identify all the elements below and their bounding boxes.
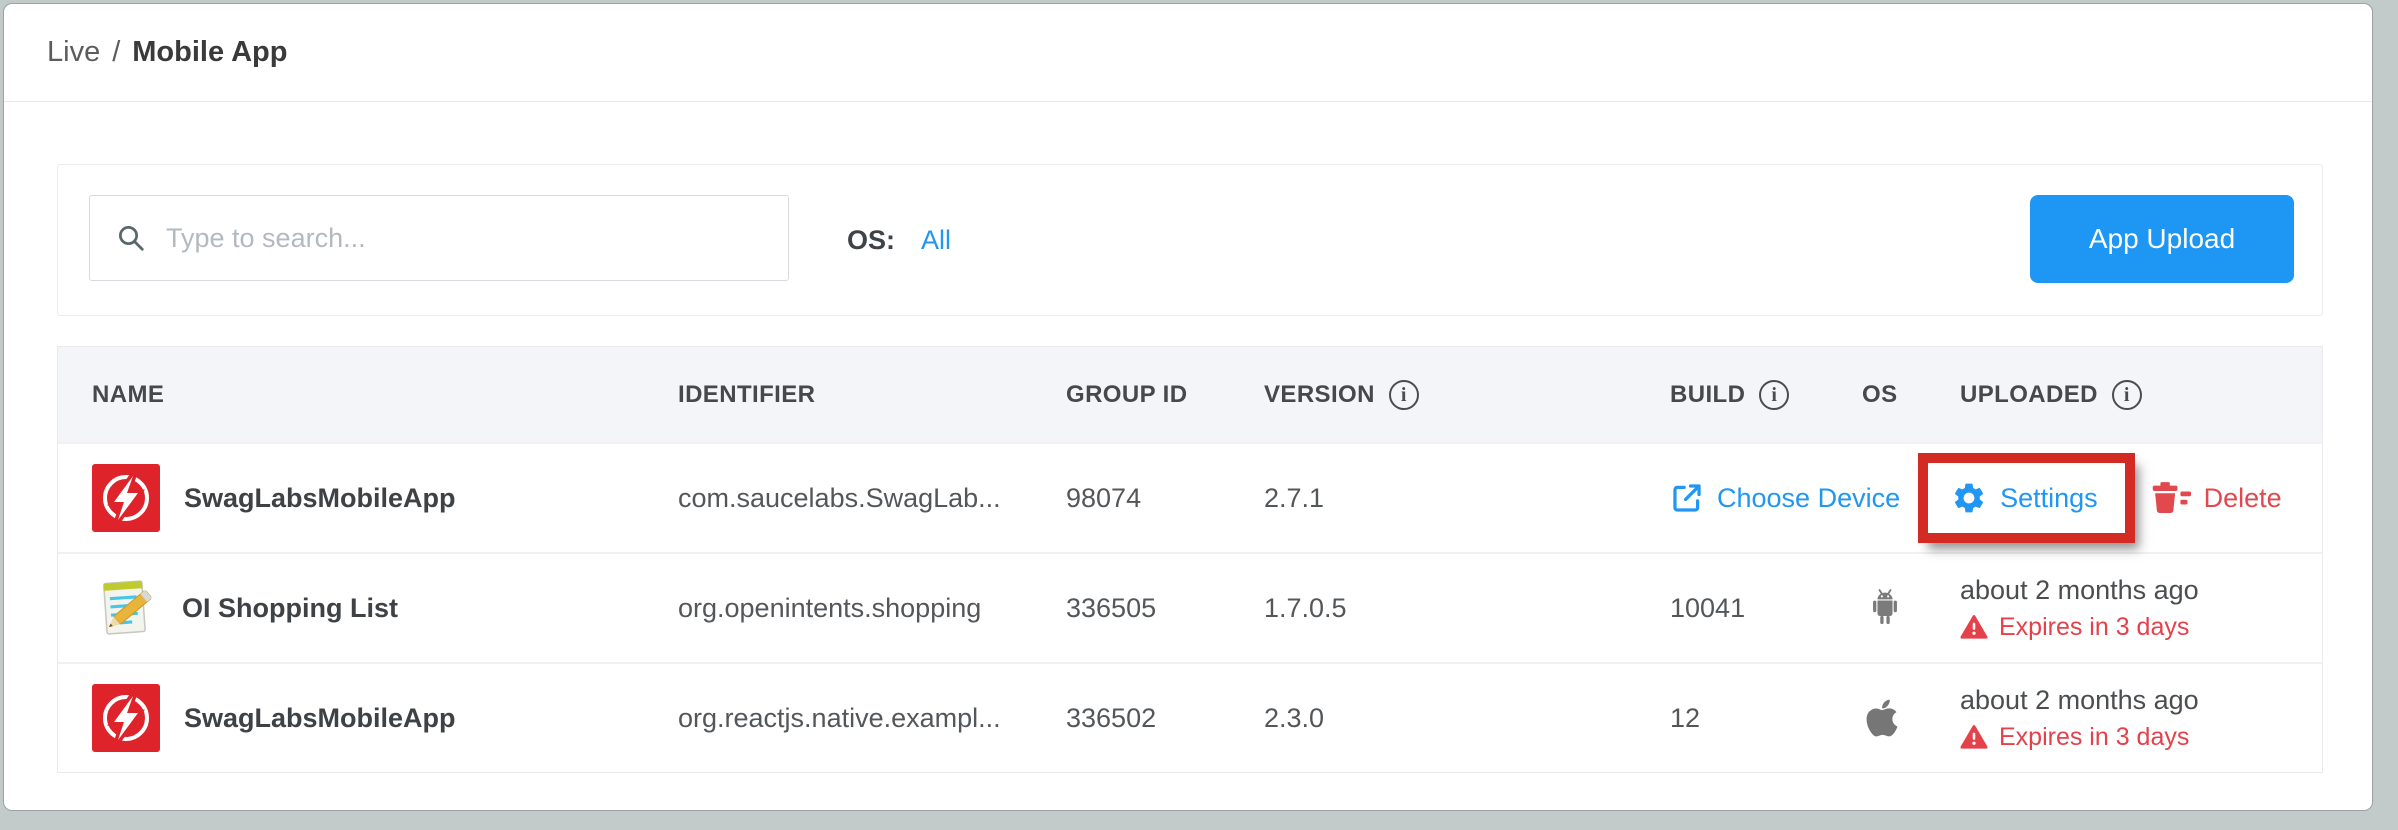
apple-icon: [1866, 697, 1898, 739]
os-filter-value-all[interactable]: All: [921, 225, 951, 256]
group-id-cell: 336502: [1066, 703, 1264, 734]
uploaded-cell: about 2 months ago Expires in 3 days: [1960, 575, 2322, 642]
row-actions: Choose Device Settings: [1670, 453, 2322, 543]
app-name-cell: OI Shopping List: [58, 575, 678, 641]
build-info-icon[interactable]: i: [1759, 380, 1789, 410]
shopping-list-app-icon: [92, 575, 158, 641]
uploaded-info-icon[interactable]: i: [2112, 380, 2142, 410]
page-title: Mobile App: [132, 36, 287, 69]
external-link-icon: [1670, 481, 1704, 515]
table-row: SwagLabsMobileApp com.saucelabs.SwagLab.…: [58, 442, 2322, 552]
table-header-row: NAME IDENTIFIER GROUP ID VERSION i BUILD…: [58, 347, 2322, 442]
version-cell: 2.7.1: [1264, 483, 1670, 514]
delete-button[interactable]: Delete: [2151, 480, 2282, 516]
os-cell: [1862, 697, 1960, 739]
app-name-cell: SwagLabsMobileApp: [58, 464, 678, 532]
os-filter-label: OS:: [847, 225, 895, 256]
search-box[interactable]: [89, 195, 789, 281]
version-cell: 1.7.0.5: [1264, 593, 1670, 624]
table-row: SwagLabsMobileApp org.reactjs.native.exa…: [58, 662, 2322, 772]
app-name: SwagLabsMobileApp: [184, 483, 456, 514]
breadcrumb-separator: /: [112, 36, 120, 69]
toolbar: OS: All App Upload: [57, 164, 2323, 316]
uploaded-time: about 2 months ago: [1960, 685, 2322, 716]
uploaded-cell: about 2 months ago Expires in 3 days: [1960, 685, 2322, 752]
search-icon: [116, 223, 146, 253]
breadcrumb-section: Live: [47, 36, 100, 69]
version-cell: 2.3.0: [1264, 703, 1670, 734]
warning-icon: [1960, 724, 1988, 750]
app-upload-button[interactable]: App Upload: [2030, 195, 2294, 283]
table-row: OI Shopping List org.openintents.shoppin…: [58, 552, 2322, 662]
app-name: OI Shopping List: [182, 593, 398, 624]
search-input[interactable]: [166, 223, 768, 254]
breadcrumb: Live / Mobile App: [4, 4, 2372, 102]
app-name-cell: SwagLabsMobileApp: [58, 684, 678, 752]
column-header-group-id: GROUP ID: [1066, 381, 1264, 409]
settings-button[interactable]: Settings: [1951, 480, 2098, 516]
column-header-version: VERSION i: [1264, 380, 1670, 410]
swaglabs-app-icon: [92, 464, 160, 532]
os-filter: OS: All: [847, 165, 951, 315]
android-icon: [1866, 586, 1904, 630]
warning-icon: [1960, 614, 1988, 640]
column-header-identifier: IDENTIFIER: [678, 381, 1066, 409]
version-info-icon[interactable]: i: [1389, 380, 1419, 410]
identifier-cell: org.openintents.shopping: [678, 593, 1066, 624]
gear-icon: [1951, 480, 1987, 516]
column-header-uploaded: UPLOADED i: [1960, 380, 2322, 410]
identifier-cell: org.reactjs.native.exampl...: [678, 703, 1066, 734]
build-cell: 12: [1670, 703, 1862, 734]
build-cell: 10041: [1670, 593, 1862, 624]
trash-icon: [2151, 480, 2191, 516]
column-header-name: NAME: [58, 381, 678, 409]
os-cell: [1862, 586, 1960, 630]
group-id-cell: 98074: [1066, 483, 1264, 514]
expires-warning: Expires in 3 days: [1960, 613, 2322, 642]
app-name: SwagLabsMobileApp: [184, 703, 456, 734]
expires-warning: Expires in 3 days: [1960, 723, 2322, 752]
column-header-build: BUILD i: [1670, 380, 1862, 410]
annotation-highlight-box: Settings: [1918, 453, 2135, 543]
identifier-cell: com.saucelabs.SwagLab...: [678, 483, 1066, 514]
choose-device-button[interactable]: Choose Device: [1670, 481, 1900, 515]
group-id-cell: 336505: [1066, 593, 1264, 624]
apps-table: NAME IDENTIFIER GROUP ID VERSION i BUILD…: [57, 346, 2323, 773]
uploaded-time: about 2 months ago: [1960, 575, 2322, 606]
app-window: Live / Mobile App OS: All App Upload NAM…: [3, 3, 2373, 811]
swaglabs-app-icon: [92, 684, 160, 752]
column-header-os: OS: [1862, 381, 1960, 409]
